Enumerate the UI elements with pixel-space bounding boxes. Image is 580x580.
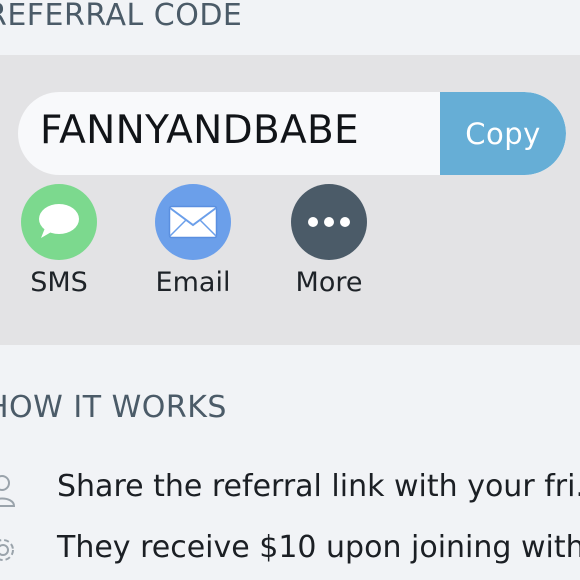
referral-code-field[interactable]: FANNYANDBABE Copy <box>18 92 566 175</box>
gear-icon <box>0 535 18 569</box>
envelope-icon <box>155 184 231 260</box>
step-text: They receive $10 upon joining with <box>57 530 580 565</box>
referral-code-text: FANNYANDBABE <box>40 108 359 153</box>
share-more-button[interactable]: More <box>279 184 379 304</box>
copy-button[interactable]: Copy <box>440 92 566 175</box>
share-sms-label: SMS <box>30 267 88 298</box>
referral-code-heading: REFERRAL CODE <box>0 0 243 33</box>
share-email-label: Email <box>155 267 231 298</box>
share-more-label: More <box>295 267 363 298</box>
how-it-works-heading: HOW IT WORKS <box>0 390 227 425</box>
person-icon <box>0 474 16 512</box>
step-text: Share the referral link with your fri... <box>57 469 580 504</box>
step-item: They receive $10 upon joining with <box>0 527 580 577</box>
share-email-button[interactable]: Email <box>143 184 243 304</box>
ellipsis-icon <box>291 184 367 260</box>
sms-icon <box>21 184 97 260</box>
step-item: Share the referral link with your fri... <box>0 466 580 516</box>
share-sms-button[interactable]: SMS <box>9 184 109 304</box>
